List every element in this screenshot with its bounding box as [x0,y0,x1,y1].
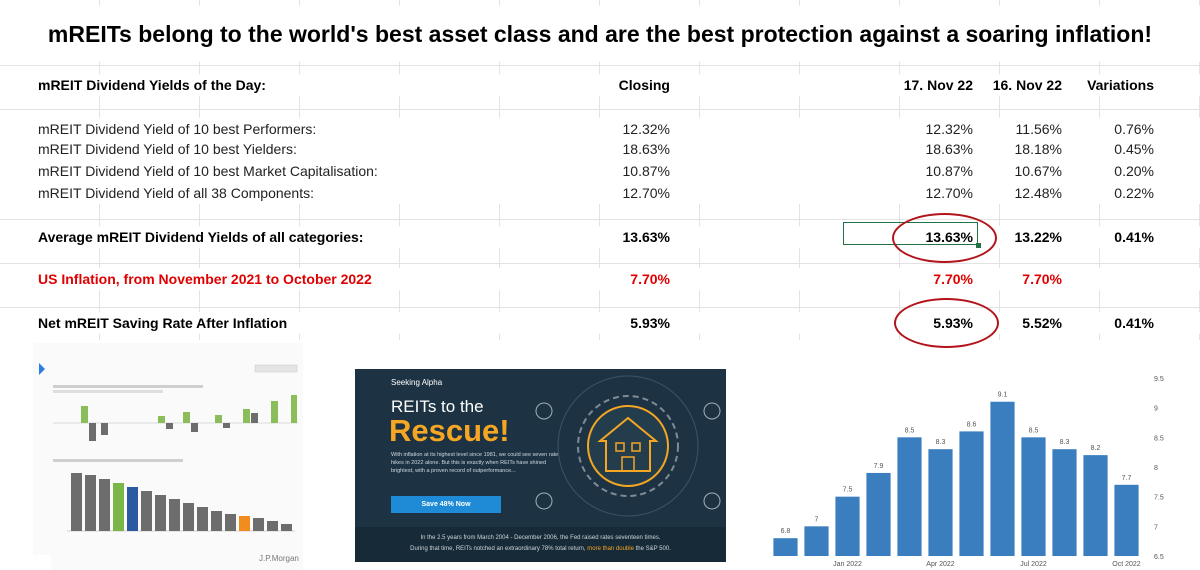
bar [897,437,922,556]
row-label: mREIT Dividend Yield of 10 best Yielders… [38,141,297,157]
inflation-closing: 7.70% [630,271,670,287]
y-tick-label: 9 [1154,406,1158,413]
investment-chart-image: J.P.Morgan [33,343,303,570]
net-closing: 5.93% [630,315,670,331]
data-label: 7.9 [874,463,884,470]
row-closing: 10.87% [622,163,670,179]
bar [835,496,860,556]
table-row: mREIT Dividend Yield of 10 best Yielders… [0,138,1200,160]
ad-headline-accent: Rescue! [389,413,510,448]
row-closing: 12.70% [622,185,670,201]
header-date1: 17. Nov 22 [903,77,973,93]
inflation-row: US Inflation, from November 2021 to Octo… [0,268,1200,290]
average-row: Average mREIT Dividend Yields of all cat… [0,226,1200,248]
row-label: mREIT Dividend Yield of all 38 Component… [38,185,314,201]
row-closing: 12.32% [622,121,670,137]
data-label: 8.3 [936,439,946,446]
row-closing: 18.63% [622,141,670,157]
header-label: mREIT Dividend Yields of the Day: [38,77,266,93]
y-tick-label: 8.5 [1154,435,1164,442]
average-date2: 13.22% [1014,229,1062,245]
net-label: Net mREIT Saving Rate After Inflation [38,315,288,331]
footer-highlight: more than double [587,546,634,552]
header-date2: 16. Nov 22 [992,77,1062,93]
y-tick-label: 6.5 [1154,554,1164,561]
data-label: 7 [815,516,819,523]
row-date2: 18.18% [1014,141,1062,157]
brand-logo: Seeking Alpha [391,378,443,387]
average-label: Average mREIT Dividend Yields of all cat… [38,229,364,245]
row-variation: 0.22% [1114,185,1154,201]
bar [1021,437,1046,556]
row-date1: 12.32% [925,121,973,137]
y-tick-label: 9.5 [1154,376,1164,383]
ad-footer-line2: During that time, REITs notched an extra… [355,546,726,552]
row-date1: 10.87% [925,163,973,179]
ad-footer-line1: In the 2.5 years from March 2004 - Decem… [420,535,661,541]
reits-ad-banner: Seeking Alpha REITs to the Rescue! With … [355,369,726,562]
table-row: mREIT Dividend Yield of 10 best Market C… [0,160,1200,182]
bar [990,401,1015,556]
y-tick-label: 7 [1154,524,1158,531]
row-date2: 12.48% [1014,185,1062,201]
data-label: 8.2 [1091,445,1101,452]
inflation-bar-chart: 6.8 7 7.5 7.9 8.5 8.3 8.6 9.1 8.5 8.3 8.2 7.7 6.5 7 7.… [750,368,1200,570]
row-date2: 10.67% [1014,163,1062,179]
bar [773,538,798,556]
row-date1: 18.63% [925,141,973,157]
highlight-ellipse [894,298,999,348]
bar [866,472,891,556]
row-label: mREIT Dividend Yield of 10 best Performe… [38,121,317,137]
house-icon [535,375,721,517]
data-label: 9.1 [998,392,1008,399]
row-variation: 0.45% [1114,141,1154,157]
x-tick-label: Apr 2022 [926,561,955,568]
page-title: mREITs belong to the world's best asset … [0,6,1200,62]
header-row: mREIT Dividend Yields of the Day: Closin… [0,74,1200,96]
inflation-date2: 7.70% [1022,271,1062,287]
bar [928,449,953,556]
net-date2: 5.52% [1022,315,1062,331]
row-variation: 0.20% [1114,163,1154,179]
x-tick-label: Jan 2022 [833,561,862,568]
table-row: mREIT Dividend Yield of 10 best Performe… [0,118,1200,140]
average-variation: 0.41% [1114,229,1154,245]
inflation-date1: 7.70% [933,271,973,287]
y-tick-label: 8 [1154,465,1158,472]
row-variation: 0.76% [1114,121,1154,137]
data-label: 8.3 [1060,439,1070,446]
inflation-label: US Inflation, from November 2021 to Octo… [38,271,372,287]
footer-text-end: the S&P 500. [635,546,671,552]
table-row: mREIT Dividend Yield of all 38 Component… [0,182,1200,204]
footer-text: During that time, REITs notched an extra… [410,546,586,552]
highlight-ellipse [892,213,997,263]
x-tick-label: Jul 2022 [1020,561,1047,568]
header-variations: Variations [1087,77,1154,93]
bar [1114,484,1139,556]
data-label: 6.8 [781,528,791,535]
data-label: 8.5 [1029,427,1039,434]
average-closing: 13.63% [622,229,670,245]
bar [1052,449,1077,556]
y-tick-label: 7.5 [1154,495,1164,502]
data-label: 7.7 [1122,475,1132,482]
inflation-chart-svg: 6.8 7 7.5 7.9 8.5 8.3 8.6 9.1 8.5 8.3 8.2 7.7 6.5 7 7.… [773,376,1164,568]
bar [804,526,829,556]
row-label: mREIT Dividend Yield of 10 best Market C… [38,163,378,179]
header-closing: Closing [618,77,670,93]
net-variation: 0.41% [1114,315,1154,331]
save-button[interactable]: Save 48% Now [391,496,501,513]
logo-text: J.P.Morgan [259,554,299,563]
investment-chart-graphic: J.P.Morgan [33,343,303,570]
bar [959,431,984,556]
net-row: Net mREIT Saving Rate After Inflation 5.… [0,312,1200,334]
row-date2: 11.56% [1015,121,1062,137]
row-date1: 12.70% [925,185,973,201]
data-label: 8.5 [905,427,915,434]
x-tick-label: Oct 2022 [1112,561,1141,568]
data-label: 7.5 [843,487,853,494]
bar [1083,455,1108,556]
data-label: 8.6 [967,421,977,428]
